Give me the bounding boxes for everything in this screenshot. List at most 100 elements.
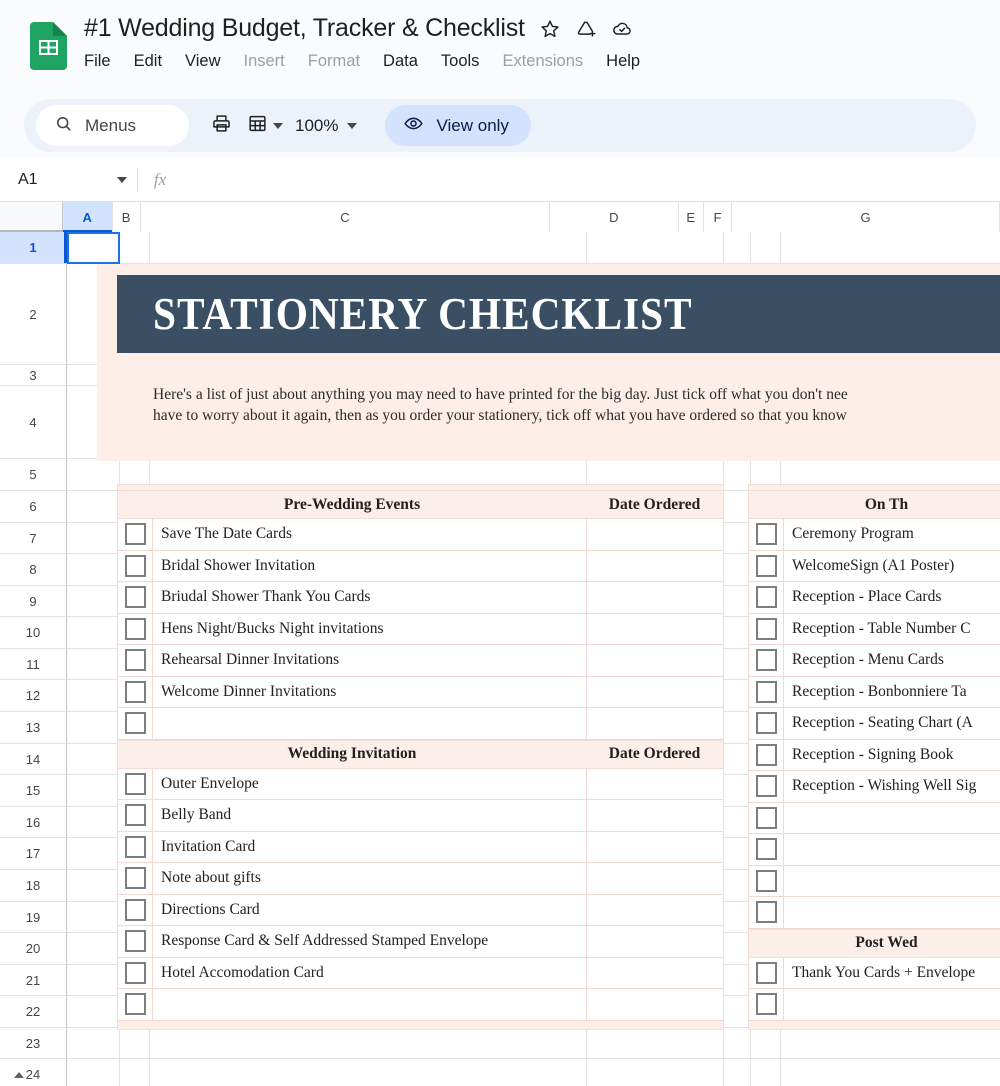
checkbox-icon[interactable]	[755, 961, 777, 984]
row-header-19[interactable]: 19	[0, 902, 67, 933]
row-group-collapse-icon[interactable]	[14, 1071, 24, 1078]
checkbox-icon[interactable]	[755, 617, 777, 640]
checkbox-icon[interactable]	[124, 835, 146, 858]
checkbox-icon[interactable]	[755, 901, 777, 924]
row-header-3[interactable]: 3	[0, 365, 67, 386]
row-header-7[interactable]: 7	[0, 523, 67, 554]
checkbox-icon[interactable]	[755, 712, 777, 735]
checkbox-cell[interactable]	[749, 739, 784, 770]
checkbox-icon[interactable]	[124, 930, 146, 953]
checkbox-cell[interactable]	[118, 645, 153, 676]
checkbox-cell[interactable]	[118, 926, 153, 957]
row-header-13[interactable]: 13	[0, 712, 67, 744]
checkbox-cell[interactable]	[118, 863, 153, 894]
date-ordered-cell[interactable]	[586, 768, 723, 799]
row-header-20[interactable]: 20	[0, 933, 67, 965]
checkbox-cell[interactable]	[749, 802, 784, 833]
checkbox-cell[interactable]	[749, 645, 784, 676]
row-header-6[interactable]: 6	[0, 491, 67, 523]
row-header-14[interactable]: 14	[0, 744, 67, 775]
checkbox-icon[interactable]	[755, 993, 777, 1016]
view-only-badge[interactable]: View only	[385, 105, 531, 146]
checkbox-cell[interactable]	[749, 834, 784, 865]
checkbox-cell[interactable]	[749, 771, 784, 802]
checkbox-icon[interactable]	[755, 680, 777, 703]
row-header-9[interactable]: 9	[0, 586, 67, 617]
checkbox-icon[interactable]	[124, 649, 146, 672]
checkbox-cell[interactable]	[118, 957, 153, 988]
date-ordered-cell[interactable]	[586, 926, 723, 957]
checkbox-cell[interactable]	[749, 613, 784, 644]
row-header-24[interactable]: 24	[0, 1059, 67, 1086]
checkbox-cell[interactable]	[749, 550, 784, 581]
row-header-15[interactable]: 15	[0, 775, 67, 807]
checkbox-cell[interactable]	[118, 582, 153, 613]
row-header-5[interactable]: 5	[0, 459, 67, 491]
checkbox-cell[interactable]	[749, 708, 784, 739]
row-header-18[interactable]: 18	[0, 870, 67, 902]
menu-file[interactable]: File	[84, 52, 111, 71]
checkbox-icon[interactable]	[755, 554, 777, 577]
print-button[interactable]	[201, 106, 241, 146]
column-header-f[interactable]: F	[703, 202, 733, 232]
row-header-12[interactable]: 12	[0, 680, 67, 712]
date-ordered-cell[interactable]	[586, 957, 723, 988]
row-header-16[interactable]: 16	[0, 807, 67, 838]
row-header-21[interactable]: 21	[0, 965, 67, 996]
menu-data[interactable]: Data	[383, 52, 418, 71]
checkbox-icon[interactable]	[124, 804, 146, 827]
checkbox-icon[interactable]	[755, 838, 777, 861]
menu-format[interactable]: Format	[308, 52, 360, 71]
checkbox-icon[interactable]	[124, 961, 146, 984]
date-ordered-cell[interactable]	[586, 582, 723, 613]
date-ordered-cell[interactable]	[586, 894, 723, 925]
menu-insert[interactable]: Insert	[244, 52, 285, 71]
checkbox-icon[interactable]	[755, 743, 777, 766]
column-header-d[interactable]: D	[550, 202, 679, 232]
cloud-saved-icon[interactable]	[611, 18, 633, 40]
checkbox-cell[interactable]	[749, 989, 784, 1020]
menu-edit[interactable]: Edit	[134, 52, 162, 71]
row-header-4[interactable]: 4	[0, 386, 67, 459]
column-header-c[interactable]: C	[140, 202, 551, 232]
column-header-a[interactable]: A	[62, 202, 113, 233]
checkbox-icon[interactable]	[755, 869, 777, 892]
row-header-23[interactable]: 23	[0, 1028, 67, 1059]
checkbox-cell[interactable]	[118, 519, 153, 550]
row-header-1[interactable]: 1	[0, 232, 67, 264]
checkbox-icon[interactable]	[755, 806, 777, 829]
checkbox-cell[interactable]	[749, 582, 784, 613]
date-ordered-cell[interactable]	[586, 863, 723, 894]
checkbox-cell[interactable]	[118, 831, 153, 862]
checkbox-cell[interactable]	[118, 989, 153, 1020]
checkbox-cell[interactable]	[118, 708, 153, 739]
menu-extensions[interactable]: Extensions	[502, 52, 583, 71]
row-header-8[interactable]: 8	[0, 554, 67, 586]
checkbox-icon[interactable]	[124, 617, 146, 640]
checkbox-cell[interactable]	[118, 894, 153, 925]
checkbox-icon[interactable]	[755, 649, 777, 672]
checkbox-icon[interactable]	[124, 772, 146, 795]
date-ordered-cell[interactable]	[586, 613, 723, 644]
select-all-corner[interactable]	[0, 202, 67, 233]
checkbox-cell[interactable]	[118, 768, 153, 799]
date-ordered-cell[interactable]	[586, 708, 723, 739]
row-header-2[interactable]: 2	[0, 264, 67, 365]
checkbox-icon[interactable]	[755, 775, 777, 798]
date-ordered-cell[interactable]	[586, 676, 723, 707]
checkbox-icon[interactable]	[124, 680, 146, 703]
column-header-e[interactable]: E	[678, 202, 704, 232]
row-header-17[interactable]: 17	[0, 838, 67, 870]
zoom-control[interactable]: 100%	[295, 116, 358, 136]
checkbox-cell[interactable]	[749, 957, 784, 988]
checkbox-cell[interactable]	[749, 676, 784, 707]
active-cell-cursor[interactable]	[67, 232, 120, 264]
formula-input[interactable]	[182, 158, 1000, 202]
sheet-mode-button[interactable]	[247, 106, 283, 146]
checkbox-icon[interactable]	[124, 554, 146, 577]
name-box[interactable]: A1	[0, 158, 137, 202]
page-title[interactable]: #1 Wedding Budget, Tracker & Checklist	[84, 14, 525, 43]
checkbox-cell[interactable]	[749, 865, 784, 896]
checkbox-cell[interactable]	[118, 800, 153, 831]
date-ordered-cell[interactable]	[586, 831, 723, 862]
